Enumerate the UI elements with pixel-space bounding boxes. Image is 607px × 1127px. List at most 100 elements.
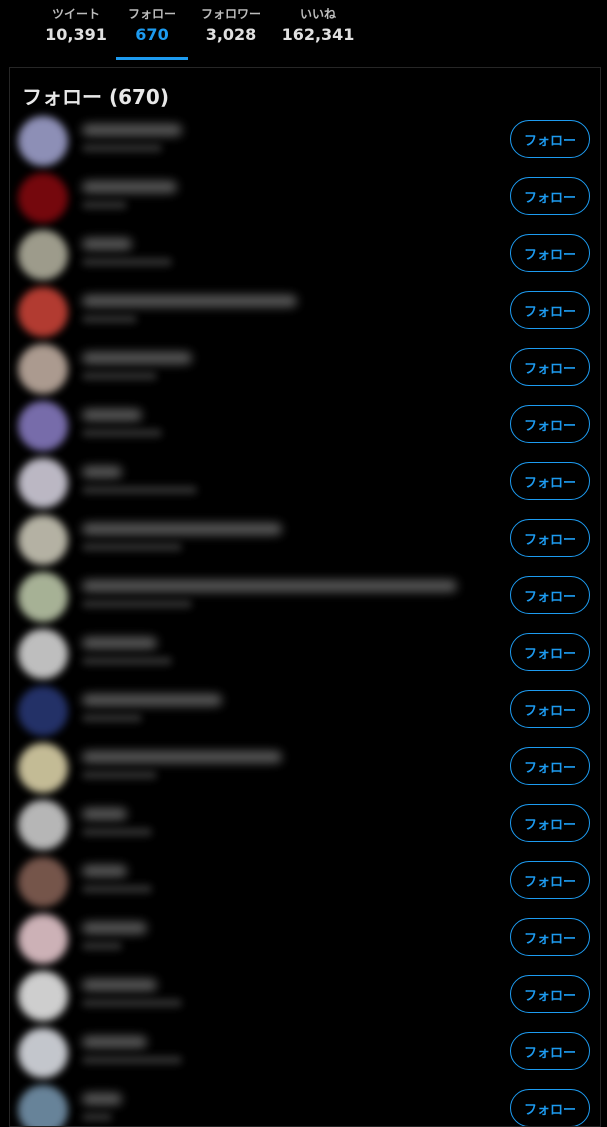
user-handle-blurred — [82, 714, 142, 722]
follow-button[interactable]: フォロー — [510, 234, 590, 272]
follow-button[interactable]: フォロー — [510, 519, 590, 557]
user-display-name-blurred[interactable] — [82, 1093, 122, 1105]
user-row[interactable]: フォロー — [10, 112, 600, 169]
user-display-name-blurred[interactable] — [82, 352, 192, 364]
active-tab-indicator — [116, 57, 188, 60]
user-display-name-blurred[interactable] — [82, 694, 222, 706]
avatar[interactable] — [18, 743, 68, 793]
panel-title: フォロー (670) — [22, 85, 169, 109]
user-display-name-blurred[interactable] — [82, 181, 177, 193]
tab-following-label: フォロー — [127, 7, 176, 21]
follow-button[interactable]: フォロー — [510, 918, 590, 956]
follow-button[interactable]: フォロー — [510, 177, 590, 215]
avatar[interactable] — [18, 344, 68, 394]
avatar[interactable] — [18, 401, 68, 451]
user-row[interactable]: フォロー — [10, 1024, 600, 1081]
user-row[interactable]: フォロー — [10, 853, 600, 910]
user-display-name-blurred[interactable] — [82, 865, 127, 877]
user-display-name-blurred[interactable] — [82, 124, 182, 136]
avatar[interactable] — [18, 686, 68, 736]
user-row[interactable]: フォロー — [10, 340, 600, 397]
user-handle-blurred — [82, 372, 157, 380]
avatar[interactable] — [18, 914, 68, 964]
user-handle-blurred — [82, 828, 152, 836]
avatar[interactable] — [18, 116, 68, 166]
follow-button[interactable]: フォロー — [510, 291, 590, 329]
user-handle-blurred — [82, 315, 137, 323]
user-row[interactable]: フォロー — [10, 511, 600, 568]
follow-button[interactable]: フォロー — [510, 690, 590, 728]
user-row[interactable]: フォロー — [10, 967, 600, 1024]
tab-following[interactable]: フォロー 670 — [116, 6, 188, 60]
avatar[interactable] — [18, 800, 68, 850]
tab-tweets[interactable]: ツイート 10,391 — [40, 6, 112, 60]
user-handle-blurred — [82, 258, 172, 266]
user-display-name-blurred[interactable] — [82, 409, 142, 421]
follow-button[interactable]: フォロー — [510, 804, 590, 842]
user-handle-blurred — [82, 600, 192, 608]
user-row[interactable]: フォロー — [10, 739, 600, 796]
follow-button[interactable]: フォロー — [510, 747, 590, 785]
user-handle-blurred — [82, 144, 162, 152]
avatar[interactable] — [18, 1085, 68, 1126]
following-list: フォロー フォロー フォロー フォロー フォロー フォロー フォロー フォロー フォロー フォロー… — [10, 112, 600, 1126]
user-display-name-blurred[interactable] — [82, 523, 282, 535]
avatar[interactable] — [18, 857, 68, 907]
user-row[interactable]: フォロー — [10, 1081, 600, 1126]
user-row[interactable]: フォロー — [10, 283, 600, 340]
user-handle-blurred — [82, 1113, 112, 1121]
avatar[interactable] — [18, 230, 68, 280]
avatar[interactable] — [18, 1028, 68, 1078]
follow-button[interactable]: フォロー — [510, 120, 590, 158]
tab-likes[interactable]: いいね 162,341 — [278, 6, 358, 60]
tab-likes-count: 162,341 — [281, 25, 355, 44]
follow-button[interactable]: フォロー — [510, 633, 590, 671]
user-row[interactable]: フォロー — [10, 169, 600, 226]
user-handle-blurred — [82, 201, 127, 209]
user-handle-blurred — [82, 771, 157, 779]
avatar[interactable] — [18, 515, 68, 565]
tab-tweets-label: ツイート — [51, 7, 100, 21]
avatar[interactable] — [18, 287, 68, 337]
user-row[interactable]: フォロー — [10, 910, 600, 967]
user-row[interactable]: フォロー — [10, 226, 600, 283]
follow-button[interactable]: フォロー — [510, 405, 590, 443]
follow-button[interactable]: フォロー — [510, 975, 590, 1013]
avatar[interactable] — [18, 173, 68, 223]
avatar[interactable] — [18, 572, 68, 622]
follow-button[interactable]: フォロー — [510, 861, 590, 899]
tab-following-count: 670 — [135, 25, 169, 44]
user-handle-blurred — [82, 885, 152, 893]
tab-followers[interactable]: フォロワー 3,028 — [193, 6, 269, 60]
user-display-name-blurred[interactable] — [82, 637, 157, 649]
user-display-name-blurred[interactable] — [82, 751, 282, 763]
avatar[interactable] — [18, 971, 68, 1021]
follow-button[interactable]: フォロー — [510, 348, 590, 386]
user-display-name-blurred[interactable] — [82, 922, 147, 934]
avatar[interactable] — [18, 629, 68, 679]
user-display-name-blurred[interactable] — [82, 238, 132, 250]
user-handle-blurred — [82, 543, 182, 551]
user-handle-blurred — [82, 486, 197, 494]
user-row[interactable]: フォロー — [10, 454, 600, 511]
user-display-name-blurred[interactable] — [82, 295, 297, 307]
user-display-name-blurred[interactable] — [82, 580, 457, 592]
user-row[interactable]: フォロー — [10, 625, 600, 682]
user-display-name-blurred[interactable] — [82, 808, 127, 820]
following-panel: フォロー (670) フォロー フォロー フォロー フォロー フォロー フォロー フォローフ… — [9, 67, 601, 1127]
user-row[interactable]: フォロー — [10, 682, 600, 739]
avatar[interactable] — [18, 458, 68, 508]
tab-followers-count: 3,028 — [205, 25, 257, 44]
user-handle-blurred — [82, 1056, 182, 1064]
user-display-name-blurred[interactable] — [82, 1036, 147, 1048]
follow-button[interactable]: フォロー — [510, 1032, 590, 1070]
follow-button[interactable]: フォロー — [510, 462, 590, 500]
user-display-name-blurred[interactable] — [82, 979, 157, 991]
follow-button[interactable]: フォロー — [510, 576, 590, 614]
user-row[interactable]: フォロー — [10, 796, 600, 853]
user-row[interactable]: フォロー — [10, 568, 600, 625]
follow-button[interactable]: フォロー — [510, 1089, 590, 1126]
user-display-name-blurred[interactable] — [82, 466, 122, 478]
user-row[interactable]: フォロー — [10, 397, 600, 454]
tab-followers-label: フォロワー — [200, 7, 261, 21]
